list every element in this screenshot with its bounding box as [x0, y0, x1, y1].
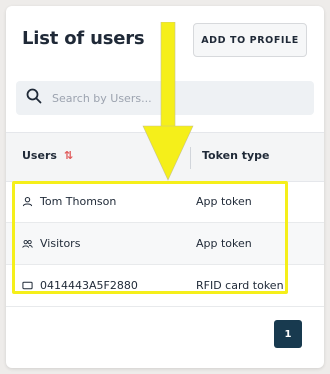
user-name: Tom Thomson — [40, 195, 117, 208]
table-header: Users ⇅ Token type — [6, 132, 324, 182]
user-cell: Visitors — [22, 223, 80, 264]
person-icon — [22, 196, 33, 207]
column-header-users-label: Users — [22, 149, 57, 162]
token-type: App token — [196, 195, 252, 208]
users-card: List of users ADD TO PROFILE Users ⇅ Tok… — [6, 6, 324, 368]
table-row[interactable]: Visitors App token — [6, 223, 324, 265]
page-title: List of users — [22, 28, 145, 49]
user-cell: 0414443A5F2880 — [22, 265, 138, 306]
column-divider — [190, 147, 191, 169]
user-name: 0414443A5F2880 — [40, 279, 138, 292]
user-name: Visitors — [40, 237, 81, 250]
sort-arrows-icon[interactable]: ⇅ — [64, 149, 73, 162]
token-type: App token — [196, 237, 252, 250]
search-bar[interactable] — [16, 81, 314, 115]
search-input[interactable] — [50, 90, 294, 106]
group-icon — [22, 240, 33, 248]
search-icon — [26, 88, 42, 108]
pagination-page-button[interactable]: 1 — [274, 320, 302, 348]
table-row[interactable]: Tom Thomson App token — [6, 181, 324, 223]
add-to-profile-button[interactable]: ADD TO PROFILE — [193, 23, 307, 57]
users-table-body: Tom Thomson App token Visitors App token… — [6, 181, 324, 307]
column-header-users[interactable]: Users ⇅ — [22, 149, 73, 162]
user-cell: Tom Thomson — [22, 181, 116, 222]
token-type: RFID card token — [196, 279, 284, 292]
column-header-token-type: Token type — [202, 149, 270, 162]
card-icon — [22, 281, 33, 290]
table-row[interactable]: 0414443A5F2880 RFID card token — [6, 265, 324, 307]
